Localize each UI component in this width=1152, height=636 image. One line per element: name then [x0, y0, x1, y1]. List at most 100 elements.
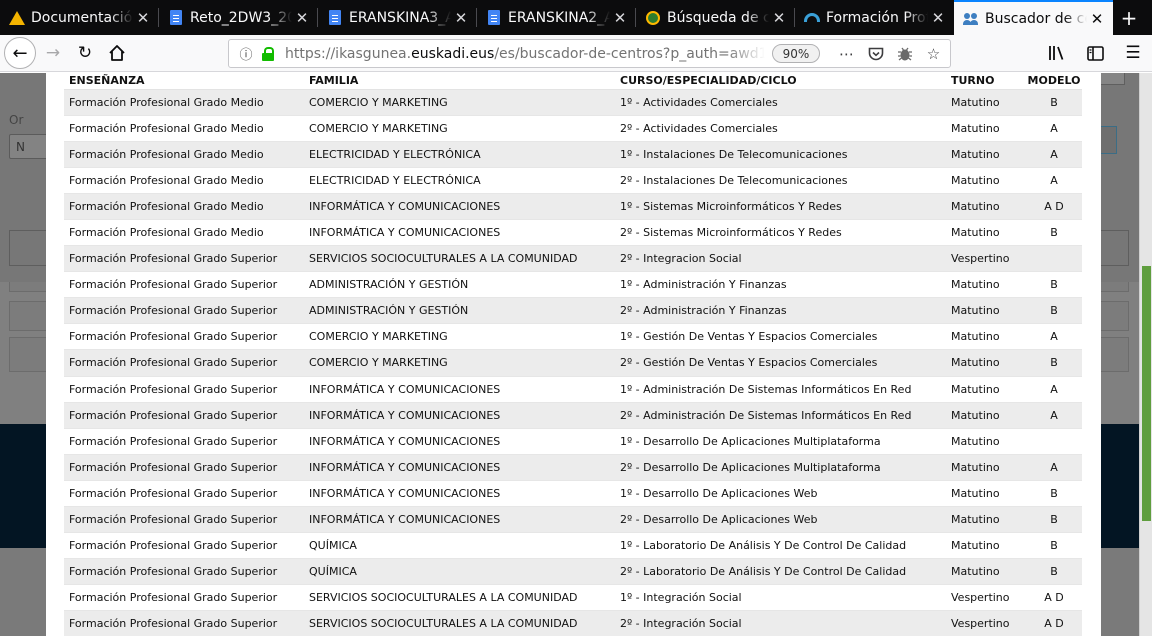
header-turno: TURNO: [946, 73, 1026, 90]
cell-modelo: B: [1026, 297, 1082, 325]
cell-turno: Matutino: [946, 454, 1026, 481]
cell-modelo: [1026, 245, 1082, 273]
new-tab-button[interactable]: +: [1113, 0, 1145, 35]
tab-title: Formación Profesional: [826, 9, 928, 26]
sidebar-icon: [1086, 45, 1104, 61]
cell-curso: 2º - Administración De Sistemas Informát…: [615, 402, 946, 429]
cell-modelo: B: [1026, 271, 1082, 299]
url-host: euskadi.eus: [411, 45, 495, 62]
home-icon: [109, 45, 125, 61]
library-icon: [1049, 46, 1064, 60]
cell-modelo: A: [1026, 454, 1082, 481]
library-button[interactable]: [1042, 38, 1072, 68]
table-row: Formación Profesional Grado Superior COME…: [64, 323, 1082, 351]
cell-familia: INFORMÁTICA Y COMUNICACIONES: [304, 193, 615, 220]
cell-turno: Matutino: [946, 428, 1026, 455]
forward-button[interactable]: →: [38, 38, 68, 68]
cell-familia: SERVICIOS SOCIOCULTURALES A LA COMUNIDAD: [304, 584, 615, 612]
cell-familia: INFORMÁTICA Y COMUNICACIONES: [304, 402, 615, 429]
cell-familia: SERVICIOS SOCIOCULTURALES A LA COMUNIDAD: [304, 610, 615, 636]
browser-tab[interactable]: ERANSKINA3_A ✕: [318, 0, 477, 35]
cell-ensenanza: Formación Profesional Grado Superior: [64, 428, 304, 455]
close-tab-icon[interactable]: ✕: [928, 8, 948, 28]
lock-icon[interactable]: [261, 46, 275, 62]
cell-ensenanza: Formación Profesional Grado Superior: [64, 349, 304, 377]
cell-ensenanza: Formación Profesional Grado Superior: [64, 323, 304, 351]
cell-modelo: B: [1026, 506, 1082, 534]
cell-curso: 1º - Sistemas Microinformáticos Y Redes: [615, 193, 946, 220]
tab-title: Documentación: [31, 9, 133, 26]
table-row: Formación Profesional Grado Superior INFO…: [64, 376, 1082, 403]
cell-curso: 2º - Laboratorio De Análisis Y De Contro…: [615, 558, 946, 586]
browser-tab[interactable]: Formación Profesional✕: [795, 0, 954, 35]
cell-curso: 1º - Gestión De Ventas Y Espacios Comerc…: [615, 323, 946, 351]
url-path: /es/buscador-de-centros?p_auth=awd1: [494, 45, 765, 62]
cell-familia: COMERCIO Y MARKETING: [304, 115, 615, 142]
browser-tab[interactable]: Documentación ✕: [0, 0, 159, 35]
globe-icon: [645, 10, 661, 26]
cell-modelo: [1026, 428, 1082, 455]
page-scrollbar[interactable]: [1139, 73, 1152, 636]
cell-curso: 1º - Integración Social: [615, 584, 946, 612]
table-row: Formación Profesional Grado Superior INFO…: [64, 506, 1082, 534]
url-text[interactable]: https://ikasgunea.euskadi.eus/es/buscado…: [285, 46, 765, 62]
cell-modelo: B: [1026, 349, 1082, 377]
extension-bug-icon[interactable]: [894, 43, 915, 65]
cell-curso: 1º - Instalaciones De Telecomunicaciones: [615, 141, 946, 168]
cell-turno: Matutino: [946, 271, 1026, 299]
cell-familia: ADMINISTRACIÓN Y GESTIÓN: [304, 297, 615, 325]
navigation-toolbar: ← → ↻ ⓘ https://ikasgunea.euskadi.eus/es…: [0, 35, 1152, 72]
cell-modelo: B: [1026, 480, 1082, 508]
menu-button[interactable]: ☰: [1118, 38, 1148, 68]
info-icon[interactable]: ⓘ: [235, 44, 257, 63]
table-row: Formación Profesional Grado Superior INFO…: [64, 402, 1082, 429]
cell-familia: QUÍMICA: [304, 532, 615, 560]
results-modal: ENSEÑANZA FAMILIA CURSO/ESPECIALIDAD/CIC…: [46, 73, 1101, 636]
browser-tab[interactable]: ERANSKINA2_A ✕: [477, 0, 636, 35]
close-tab-icon[interactable]: ✕: [451, 8, 471, 28]
cell-curso: 2º - Instalaciones De Telecomunicaciones: [615, 167, 946, 194]
cell-curso: 2º - Administración Y Finanzas: [615, 297, 946, 325]
close-tab-icon[interactable]: ✕: [610, 8, 630, 28]
close-tab-icon[interactable]: ✕: [1087, 9, 1107, 29]
backdrop-select: N: [9, 134, 49, 159]
table-row: Formación Profesional Grado Superior SERV…: [64, 245, 1082, 273]
cell-ensenanza: Formación Profesional Grado Superior: [64, 584, 304, 612]
cell-turno: Matutino: [946, 141, 1026, 168]
back-button[interactable]: ←: [4, 37, 36, 69]
hamburger-menu-icon: ☰: [1125, 43, 1141, 63]
close-tab-icon[interactable]: ✕: [133, 8, 153, 28]
cell-turno: Vespertino: [946, 584, 1026, 612]
scrollbar-thumb[interactable]: [1142, 266, 1151, 521]
zoom-level-badge[interactable]: 90%: [772, 44, 820, 63]
close-tab-icon[interactable]: ✕: [292, 8, 312, 28]
page-actions-icon[interactable]: ⋯: [836, 43, 857, 65]
browser-tab[interactable]: Reto_2DW3_2019✕: [159, 0, 318, 35]
table-row: Formación Profesional Grado Superior INFO…: [64, 428, 1082, 455]
cell-turno: Matutino: [946, 323, 1026, 351]
cell-modelo: A: [1026, 323, 1082, 351]
pocket-icon[interactable]: [865, 43, 886, 65]
cell-turno: Matutino: [946, 402, 1026, 429]
cell-modelo: A D: [1026, 584, 1082, 612]
cell-curso: 1º - Desarrollo De Aplicaciones Multipla…: [615, 428, 946, 455]
close-tab-icon[interactable]: ✕: [769, 8, 789, 28]
cell-ensenanza: Formación Profesional Grado Medio: [64, 141, 304, 168]
centers-results-table: ENSEÑANZA FAMILIA CURSO/ESPECIALIDAD/CIC…: [64, 73, 1082, 636]
reload-button[interactable]: ↻: [70, 38, 100, 68]
address-bar[interactable]: ⓘ https://ikasgunea.euskadi.eus/es/busca…: [228, 39, 951, 68]
cell-turno: Matutino: [946, 193, 1026, 220]
arrow-right-icon: →: [45, 43, 61, 63]
bookmark-star-icon[interactable]: ☆: [923, 43, 944, 65]
cell-familia: INFORMÁTICA Y COMUNICACIONES: [304, 454, 615, 481]
cell-curso: 2º - Integracion Social: [615, 245, 946, 273]
cell-familia: INFORMÁTICA Y COMUNICACIONES: [304, 428, 615, 455]
browser-tab[interactable]: Búsqueda de ciclos✕: [636, 0, 795, 35]
browser-tab[interactable]: Buscador de centros✕: [954, 0, 1113, 35]
sidebar-toggle-button[interactable]: [1080, 38, 1110, 68]
table-row: Formación Profesional Grado Superior QUÍM…: [64, 558, 1082, 586]
backdrop-label: Or: [9, 113, 24, 127]
reload-icon: ↻: [77, 43, 93, 63]
cell-ensenanza: Formación Profesional Grado Medio: [64, 89, 304, 116]
home-button[interactable]: [102, 38, 132, 68]
